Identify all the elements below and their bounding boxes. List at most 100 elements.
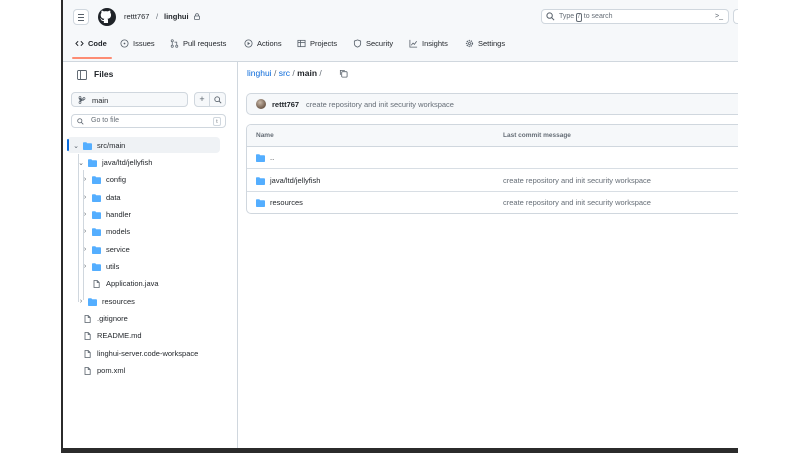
table-row[interactable]: java/ltd/jellyfish create repository and… — [247, 170, 738, 192]
caret-down-icon — [78, 98, 84, 102]
avatar[interactable] — [256, 99, 266, 109]
tree-folder-item[interactable]: › models — [81, 224, 130, 239]
tree-file-item[interactable]: .gitignore — [83, 311, 128, 326]
folder-icon — [92, 262, 101, 271]
tab-label: Code — [88, 38, 107, 48]
hamburger-menu-button[interactable] — [73, 9, 89, 25]
tab-projects[interactable]: Projects — [297, 33, 337, 53]
tree-item-label: config — [106, 175, 127, 184]
tree-folder-item[interactable]: › data — [81, 190, 121, 205]
tree-file-item[interactable]: README.md — [83, 328, 142, 343]
tree-folder-item[interactable]: ⌄ src/main — [72, 138, 125, 153]
breadcrumb-src-link[interactable]: src — [279, 68, 290, 78]
search-icon — [77, 118, 84, 125]
tree-item-label: handler — [106, 210, 132, 219]
chevron-right-icon[interactable]: › — [81, 263, 89, 270]
crumb-separator: / — [156, 12, 159, 21]
gear-icon — [465, 39, 474, 47]
tree-folder-item[interactable]: › handler — [81, 207, 131, 222]
tree-item-label: models — [106, 227, 131, 236]
row-name-link[interactable]: .. — [270, 153, 274, 162]
add-file-button[interactable]: + — [194, 92, 210, 107]
tab-code[interactable]: Code — [75, 33, 107, 53]
github-logo-icon[interactable] — [98, 8, 116, 26]
terminal-icon[interactable]: >_ — [713, 11, 725, 22]
tree-item-label: data — [106, 193, 121, 202]
sidebar-collapse-icon[interactable] — [77, 70, 87, 80]
row-name-link[interactable]: resources — [270, 198, 303, 207]
search-icon — [213, 96, 222, 104]
tab-label: Pull requests — [183, 38, 227, 48]
branch-selector-button[interactable]: main — [71, 92, 188, 107]
tab-insights[interactable]: Insights — [409, 33, 448, 53]
tab-label: Actions — [257, 38, 282, 48]
chevron-right-icon[interactable]: › — [77, 298, 85, 305]
search-files-button[interactable] — [210, 92, 226, 107]
selected-row-marker — [67, 139, 69, 151]
folder-icon — [92, 175, 101, 184]
tree-folder-item[interactable]: › utils — [81, 259, 120, 274]
go-to-file-placeholder: Go to file — [91, 117, 120, 124]
tab-issues[interactable]: Issues — [120, 33, 155, 53]
commit-message-link[interactable]: create repository and init security work… — [306, 100, 454, 109]
chevron-right-icon[interactable]: › — [81, 194, 89, 201]
tab-actions[interactable]: Actions — [244, 33, 282, 53]
git-pull-request-icon — [170, 38, 179, 48]
tree-folder-item[interactable]: › resources — [77, 294, 135, 309]
shield-icon — [353, 38, 362, 48]
chevron-down-icon[interactable]: ⌄ — [72, 142, 80, 150]
latest-commit-bar: rettt767 create repository and init secu… — [246, 93, 738, 115]
tree-item-label: .gitignore — [97, 314, 128, 323]
tree-item-label: Application.java — [106, 279, 159, 288]
files-heading: Files — [94, 69, 114, 79]
go-to-file-input[interactable]: Go to file t — [71, 114, 226, 128]
row-commit-message[interactable]: create repository and init security work… — [503, 176, 651, 185]
folder-icon — [83, 141, 92, 150]
tab-pull-requests[interactable]: Pull requests — [170, 33, 226, 53]
folder-icon — [92, 227, 101, 236]
tree-file-item[interactable]: Application.java — [92, 276, 159, 291]
chevron-right-icon[interactable]: › — [81, 176, 89, 183]
active-tab-indicator — [72, 57, 112, 59]
breadcrumb-separator: / — [292, 68, 295, 78]
directory-table: Name Last commit message .. java/ltd/jel… — [246, 124, 738, 214]
tab-settings[interactable]: Settings — [465, 33, 505, 53]
github-repo-page: rettt767 / linghui Type / to search >_ C… — [63, 0, 738, 448]
copy-path-icon[interactable] — [339, 69, 348, 78]
row-name-link[interactable]: java/ltd/jellyfish — [270, 176, 320, 185]
search-input[interactable]: Type / to search >_ — [541, 9, 729, 24]
repo-owner-link[interactable]: rettt767 — [124, 12, 149, 21]
chevron-right-icon[interactable]: › — [81, 246, 89, 253]
search-placeholder: Type / to search — [559, 13, 613, 22]
menu-line-icon — [78, 20, 84, 21]
repo-name-link[interactable]: linghui — [164, 12, 189, 21]
tree-file-item[interactable]: linghui-server.code-workspace — [83, 346, 198, 361]
tab-label: Insights — [422, 38, 448, 48]
file-icon — [93, 279, 100, 288]
breadcrumb-separator: / — [319, 68, 322, 78]
tree-folder-item[interactable]: › config — [81, 172, 126, 187]
table-row[interactable]: resources create repository and init sec… — [247, 192, 738, 213]
breadcrumb-separator: / — [273, 68, 277, 78]
tree-file-item[interactable]: pom.xml — [83, 363, 125, 378]
tab-label: Projects — [310, 38, 338, 48]
tab-security[interactable]: Security — [353, 33, 393, 53]
chevron-right-icon[interactable]: › — [81, 211, 89, 218]
slash-key-hint: / — [576, 13, 582, 22]
tree-folder-item[interactable]: ⌄ java/ltd/jellyfish — [77, 155, 152, 170]
header-right-button[interactable] — [733, 9, 738, 24]
table-icon — [297, 39, 306, 47]
folder-icon — [256, 177, 265, 185]
chevron-right-icon[interactable]: › — [81, 228, 89, 235]
repo-nav-tabs: Code Issues Pull requests Actions Projec… — [63, 33, 738, 53]
breadcrumb-repo-link[interactable]: linghui — [247, 68, 272, 78]
commit-author-link[interactable]: rettt767 — [272, 100, 299, 109]
table-row[interactable]: .. — [247, 147, 738, 169]
chevron-down-icon[interactable]: ⌄ — [77, 159, 85, 167]
tab-label: Issues — [133, 38, 155, 48]
branch-name: main — [92, 96, 109, 105]
tree-folder-item[interactable]: › service — [81, 242, 130, 257]
file-icon — [84, 314, 91, 323]
tree-guide-line — [78, 154, 79, 302]
row-commit-message[interactable]: create repository and init security work… — [503, 198, 651, 207]
